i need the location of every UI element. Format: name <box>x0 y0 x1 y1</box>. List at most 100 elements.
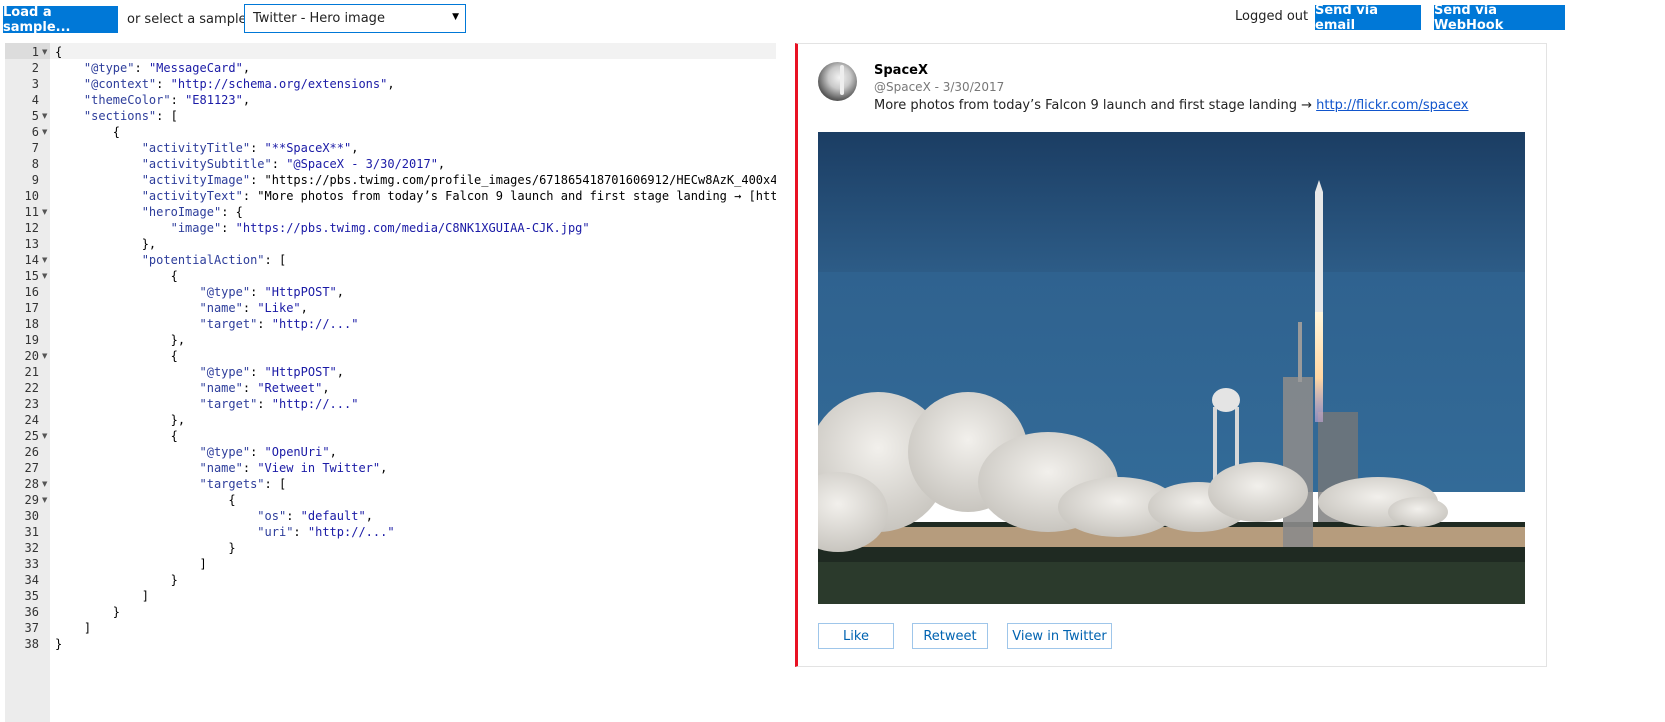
line-number: 33 <box>24 557 39 571</box>
line-number: 15 <box>24 269 39 283</box>
fold-toggle-icon[interactable]: ▼ <box>42 492 47 508</box>
code-line[interactable]: "activityText": "More photos from today’… <box>55 188 776 204</box>
line-number: 24 <box>24 413 39 427</box>
code-line[interactable]: "name": "View in Twitter", <box>55 460 388 476</box>
login-status: Logged out <box>1235 9 1309 24</box>
line-number: 12 <box>24 221 39 235</box>
code-line[interactable]: } <box>55 572 178 588</box>
code-line[interactable]: "@type": "HttpPOST", <box>55 364 345 380</box>
line-number: 9 <box>31 173 39 187</box>
line-number: 34 <box>24 573 39 587</box>
line-number: 6 <box>31 125 39 139</box>
code-line[interactable]: "activityImage": "https://pbs.twimg.com/… <box>55 172 776 188</box>
line-number: 14 <box>24 253 39 267</box>
line-number: 26 <box>24 445 39 459</box>
code-line[interactable]: "@type": "MessageCard", <box>55 60 250 76</box>
sample-select[interactable]: Twitter - Hero image ▼ <box>244 4 466 33</box>
load-sample-button[interactable]: Load a sample... <box>3 5 118 35</box>
code-line[interactable]: "themeColor": "E81123", <box>55 92 250 108</box>
activity-title: SpaceX <box>874 63 928 78</box>
line-number: 29 <box>24 493 39 507</box>
fold-toggle-icon[interactable]: ▼ <box>42 348 47 364</box>
fold-toggle-icon[interactable]: ▼ <box>42 44 47 60</box>
line-number: 28 <box>24 477 39 491</box>
line-number: 11 <box>24 205 39 219</box>
code-line[interactable]: ] <box>55 588 149 604</box>
code-line[interactable]: }, <box>55 332 185 348</box>
code-line[interactable]: "@type": "HttpPOST", <box>55 284 345 300</box>
code-line[interactable]: ] <box>55 620 91 636</box>
line-number: 2 <box>31 61 39 75</box>
line-number: 17 <box>24 301 39 315</box>
line-number: 3 <box>31 77 39 91</box>
send-email-button[interactable]: Send via email <box>1315 3 1421 33</box>
code-line[interactable]: } <box>55 636 62 652</box>
code-line[interactable]: "target": "http://..." <box>55 316 359 332</box>
code-line[interactable]: "activityTitle": "**SpaceX**", <box>55 140 359 156</box>
line-number: 5 <box>31 109 39 123</box>
code-line[interactable]: "image": "https://pbs.twimg.com/media/C8… <box>55 220 590 236</box>
line-number: 23 <box>24 397 39 411</box>
fold-toggle-icon[interactable]: ▼ <box>42 428 47 444</box>
activity-avatar <box>818 62 857 101</box>
code-line[interactable]: "potentialAction": [ <box>55 252 287 268</box>
code-line[interactable]: { <box>55 44 62 60</box>
line-number: 8 <box>31 157 39 171</box>
line-number: 10 <box>24 189 39 203</box>
line-number: 32 <box>24 541 39 555</box>
line-number: 4 <box>31 93 39 107</box>
line-number: 30 <box>24 509 39 523</box>
fold-toggle-icon[interactable]: ▼ <box>42 268 47 284</box>
line-number: 38 <box>24 637 39 651</box>
code-line[interactable]: "uri": "http://..." <box>55 524 394 540</box>
line-number: 31 <box>24 525 39 539</box>
code-line[interactable]: "targets": [ <box>55 476 287 492</box>
line-number: 21 <box>24 365 39 379</box>
activity-text: More photos from today’s Falcon 9 launch… <box>874 98 1468 113</box>
line-number: 35 <box>24 589 39 603</box>
activity-subtitle: @SpaceX - 3/30/2017 <box>874 80 1005 94</box>
like-button[interactable]: Like <box>818 623 894 649</box>
view-in-twitter-button[interactable]: View in Twitter <box>1007 623 1112 649</box>
code-line[interactable]: { <box>55 492 235 508</box>
json-editor[interactable]: 1 ▼{2 "@type": "MessageCard", 3 "@context"… <box>5 43 776 722</box>
code-line[interactable]: "@context": "http://schema.org/extension… <box>55 76 395 92</box>
line-number: 18 <box>24 317 39 331</box>
code-line[interactable]: "activitySubtitle": "@SpaceX - 3/30/2017… <box>55 156 445 172</box>
code-line[interactable]: "os": "default", <box>55 508 373 524</box>
flickr-link[interactable]: http://flickr.com/spacex <box>1316 98 1468 113</box>
line-number: 7 <box>31 141 39 155</box>
send-webhook-button[interactable]: Send via WebHook <box>1434 3 1565 33</box>
line-number: 36 <box>24 605 39 619</box>
sample-select-value: Twitter - Hero image <box>253 11 385 26</box>
code-line[interactable]: "sections": [ <box>55 108 178 124</box>
code-line[interactable]: { <box>55 428 178 444</box>
code-line[interactable]: }, <box>55 412 185 428</box>
code-line[interactable]: { <box>55 348 178 364</box>
code-line[interactable]: "name": "Like", <box>55 300 308 316</box>
fold-toggle-icon[interactable]: ▼ <box>42 476 47 492</box>
retweet-button[interactable]: Retweet <box>912 623 988 649</box>
code-line[interactable]: }, <box>55 236 156 252</box>
code-line[interactable]: { <box>55 124 120 140</box>
line-number: 27 <box>24 461 39 475</box>
fold-toggle-icon[interactable]: ▼ <box>42 108 47 124</box>
active-line-highlight <box>5 43 776 59</box>
line-number: 1 <box>31 45 39 59</box>
fold-toggle-icon[interactable]: ▼ <box>42 124 47 140</box>
message-card-preview: SpaceX @SpaceX - 3/30/2017 More photos f… <box>795 43 1547 667</box>
code-line[interactable]: "@type": "OpenUri", <box>55 444 337 460</box>
code-line[interactable]: ] <box>55 556 206 572</box>
line-number: 13 <box>24 237 39 251</box>
fold-toggle-icon[interactable]: ▼ <box>42 252 47 268</box>
code-line[interactable]: { <box>55 268 178 284</box>
code-line[interactable]: } <box>55 540 235 556</box>
code-line[interactable]: } <box>55 604 120 620</box>
line-number: 25 <box>24 429 39 443</box>
fold-toggle-icon[interactable]: ▼ <box>42 204 47 220</box>
code-line[interactable]: "heroImage": { <box>55 204 243 220</box>
hero-image <box>818 132 1525 604</box>
code-line[interactable]: "target": "http://..." <box>55 396 359 412</box>
code-line[interactable]: "name": "Retweet", <box>55 380 330 396</box>
line-number: 22 <box>24 381 39 395</box>
